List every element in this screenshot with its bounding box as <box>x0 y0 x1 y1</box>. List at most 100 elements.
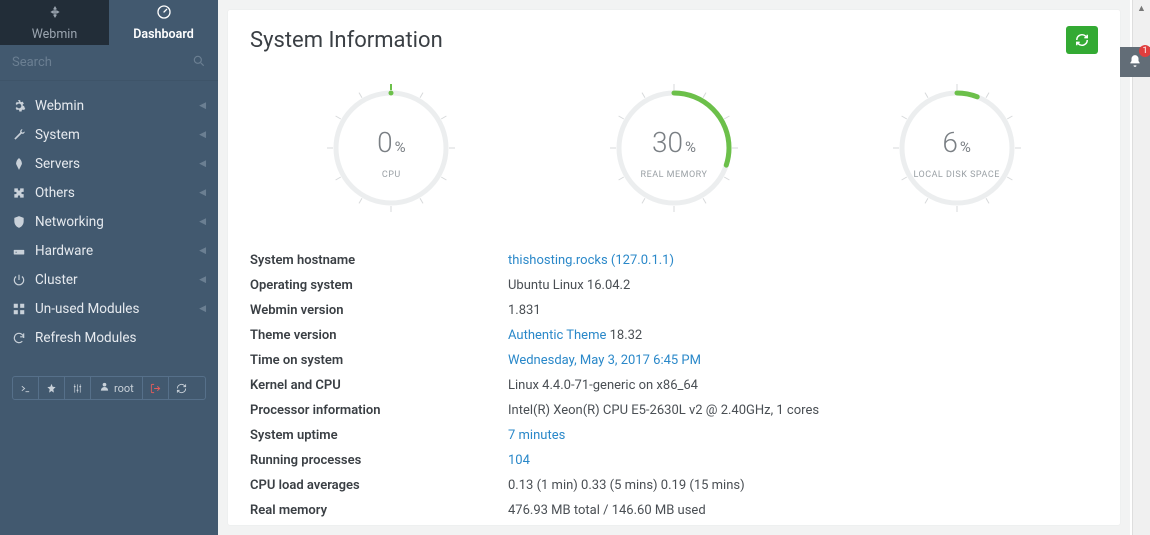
info-key: Operating system <box>250 278 508 293</box>
gauge-unit: % <box>960 138 971 156</box>
info-key: Processor information <box>250 403 508 418</box>
gauge-value: 6 <box>942 126 958 159</box>
notifications-button[interactable]: 1 <box>1120 47 1150 77</box>
chevron-left-icon: ◀ <box>199 217 206 227</box>
sidebar-item-label: Networking <box>35 214 104 230</box>
scroll-up-arrow[interactable]: ▲ <box>1133 0 1150 16</box>
panel: System Information <box>228 10 1120 525</box>
info-key: System hostname <box>250 253 508 268</box>
gear-icon <box>12 99 26 113</box>
info-key: CPU load averages <box>250 478 508 493</box>
panel-header: System Information <box>250 26 1098 54</box>
sidebar-item-refresh-modules[interactable]: Refresh Modules <box>0 323 218 352</box>
gauge-local-disk-space: 6% LOCAL DISK SPACE <box>857 78 1057 218</box>
wrench-icon <box>12 128 26 142</box>
reload-button[interactable] <box>169 377 194 399</box>
info-row: Real memory476.93 MB total / 146.60 MB u… <box>250 498 1098 523</box>
modules-icon <box>12 302 26 316</box>
gauge-label: REAL MEMORY <box>589 170 759 180</box>
info-key: Theme version <box>250 328 508 343</box>
info-row: System hostnamethishosting.rocks (127.0.… <box>250 248 1098 273</box>
page-title: System Information <box>250 28 1066 53</box>
gauge-label: CPU <box>306 170 476 180</box>
info-value[interactable]: thishosting.rocks (127.0.1.1) <box>508 253 674 268</box>
search-icon[interactable] <box>192 53 206 72</box>
gauge-label: LOCAL DISK SPACE <box>872 170 1042 180</box>
info-key: Time on system <box>250 353 508 368</box>
sidebar-item-label: Refresh Modules <box>35 330 136 346</box>
terminal-button[interactable] <box>13 377 39 399</box>
sidebar: Webmin Dashboard Webmin ◀ <box>0 0 218 535</box>
info-value: 0.13 (1 min) 0.33 (5 mins) 0.19 (15 mins… <box>508 478 745 493</box>
gauge-cpu: 0% CPU <box>291 78 491 218</box>
user-icon <box>99 381 110 395</box>
dashboard-icon <box>156 4 172 24</box>
sidebar-item-label: Others <box>35 185 75 201</box>
info-row: Webmin version1.831 <box>250 298 1098 323</box>
info-row: Processor informationIntel(R) Xeon(R) CP… <box>250 398 1098 423</box>
sidebar-item-others[interactable]: Others ◀ <box>0 178 218 207</box>
gauge-real-memory: 30% REAL MEMORY <box>574 78 774 218</box>
sidebar-item-unused-modules[interactable]: Un-used Modules ◀ <box>0 294 218 323</box>
sidebar-item-system[interactable]: System ◀ <box>0 120 218 149</box>
scrollbar[interactable]: ▲ <box>1132 0 1150 535</box>
info-value: 476.93 MB total / 146.60 MB used <box>508 503 706 518</box>
settings-button[interactable] <box>65 377 91 399</box>
info-value-link[interactable]: Authentic Theme <box>508 328 606 343</box>
info-value: Authentic Theme 18.32 <box>508 328 642 343</box>
search-input[interactable] <box>12 55 192 70</box>
hdd-icon <box>12 244 26 258</box>
notifications-badge: 1 <box>1139 45 1150 57</box>
gauges: 0% CPU <box>250 78 1098 218</box>
info-value[interactable]: 104 <box>508 453 530 468</box>
info-row: Kernel and CPULinux 4.4.0-71-generic on … <box>250 373 1098 398</box>
info-row: System uptime7 minutes <box>250 423 1098 448</box>
top-tabs: Webmin Dashboard <box>0 0 218 45</box>
sidebar-item-servers[interactable]: Servers ◀ <box>0 149 218 178</box>
gauge-value: 30 <box>652 126 683 159</box>
rocket-icon <box>12 157 26 171</box>
info-value[interactable]: 7 minutes <box>508 428 565 443</box>
info-key: Webmin version <box>250 303 508 318</box>
refresh-icon <box>12 331 26 345</box>
info-row: Operating systemUbuntu Linux 16.04.2 <box>250 273 1098 298</box>
chevron-left-icon: ◀ <box>199 304 206 314</box>
gauge-value: 0 <box>377 126 393 159</box>
user-button[interactable]: root <box>91 377 143 399</box>
info-key: Real memory <box>250 503 508 518</box>
tab-label: Dashboard <box>133 27 194 42</box>
sidebar-item-hardware[interactable]: Hardware ◀ <box>0 236 218 265</box>
star-button[interactable] <box>39 377 65 399</box>
sidebar-item-cluster[interactable]: Cluster ◀ <box>0 265 218 294</box>
info-value[interactable]: Wednesday, May 3, 2017 6:45 PM <box>508 353 701 368</box>
sidebar-item-label: Webmin <box>35 98 84 114</box>
info-value: Ubuntu Linux 16.04.2 <box>508 278 630 293</box>
info-row: Virtual memory0 bytes total / 0 bytes us… <box>250 523 1098 525</box>
gauge-unit: % <box>685 138 696 156</box>
tab-dashboard[interactable]: Dashboard <box>109 0 218 45</box>
info-row: CPU load averages0.13 (1 min) 0.33 (5 mi… <box>250 473 1098 498</box>
webmin-icon <box>47 4 63 24</box>
search-row <box>0 45 218 81</box>
chevron-left-icon: ◀ <box>199 159 206 169</box>
info-key: Kernel and CPU <box>250 378 508 393</box>
info-value: 1.831 <box>508 303 541 318</box>
sidebar-item-label: System <box>35 127 80 143</box>
system-info-list: System hostnamethishosting.rocks (127.0.… <box>250 248 1098 525</box>
tab-label: Webmin <box>32 27 77 42</box>
sidebar-item-networking[interactable]: Networking ◀ <box>0 207 218 236</box>
sidebar-item-label: Un-used Modules <box>35 301 139 317</box>
info-value: Intel(R) Xeon(R) CPU E5-2630L v2 @ 2.40G… <box>508 403 819 418</box>
sidebar-item-label: Hardware <box>35 243 93 259</box>
power-icon <box>12 273 26 287</box>
refresh-button[interactable] <box>1066 26 1098 54</box>
chevron-left-icon: ◀ <box>199 275 206 285</box>
logout-button[interactable] <box>143 377 169 399</box>
main: System Information <box>218 0 1130 535</box>
gauge-unit: % <box>395 138 406 156</box>
chevron-left-icon: ◀ <box>199 246 206 256</box>
chevron-left-icon: ◀ <box>199 130 206 140</box>
tab-webmin[interactable]: Webmin <box>0 0 109 45</box>
sidebar-item-webmin[interactable]: Webmin ◀ <box>0 91 218 120</box>
info-key: Running processes <box>250 453 508 468</box>
